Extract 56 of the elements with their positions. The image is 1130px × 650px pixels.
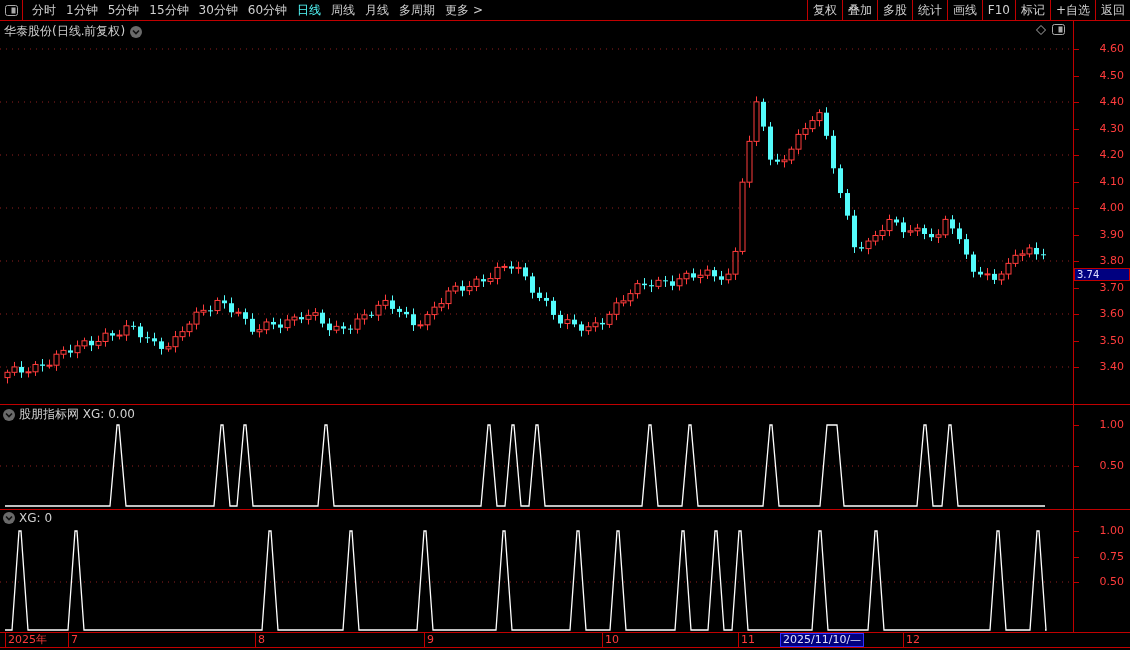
date-axis-label: 9 [424,633,434,647]
price-axis-label: 3.60 [1099,308,1124,320]
price-axis-label: 3.80 [1099,255,1124,267]
panel-toggle-icon[interactable] [4,4,18,16]
toolbar-button[interactable]: +自选 [1049,0,1095,20]
dropdown-icon[interactable] [130,25,143,38]
indicator-title: 股朋指标网 XG: 0.00 [19,406,135,423]
period-tab[interactable]: 周线 [326,1,361,19]
period-tab[interactable]: 多周期 [394,1,441,19]
date-axis-label: 2025年 [5,633,47,647]
period-tab[interactable]: 15分钟 [144,1,194,19]
period-tab[interactable]: 1分钟 [61,1,103,19]
price-axis-label: 3.90 [1099,228,1124,241]
toolbar-button[interactable]: 统计 [911,0,947,20]
date-axis-label: 12 [903,633,920,647]
date-axis-label: 7 [68,633,78,647]
price-axis-label: 4.40 [1099,96,1124,108]
period-tab[interactable]: 5分钟 [102,1,145,19]
period-tab[interactable]: 日线 [292,1,327,19]
date-axis-label: 11 [738,633,755,647]
price-axis-label: 3.70 [1099,281,1124,294]
period-tab[interactable]: 30分钟 [193,1,243,19]
indicator-axis-label: 0.50 [1099,460,1124,472]
toolbar-button[interactable]: 画线 [946,0,982,20]
price-axis-label: 4.30 [1099,122,1124,135]
indicator-axis-label: 0.50 [1099,576,1124,588]
toolbar-button[interactable]: 返回 [1095,0,1130,20]
panel-toggle-icon[interactable] [1052,24,1065,35]
dropdown-icon[interactable] [3,408,15,421]
toolbar-button[interactable]: 复权 [806,0,842,20]
toolbar-button[interactable]: F10 [981,0,1015,20]
price-axis-label: 4.60 [1099,43,1124,55]
price-axis-label: 4.20 [1099,149,1124,161]
indicator-axis-label: 0.75 [1099,550,1124,563]
dropdown-icon[interactable] [3,512,15,524]
period-tab[interactable]: 月线 [360,1,395,19]
price-axis-label: 4.50 [1099,69,1124,82]
indicator-title: XG: 0 [19,511,52,525]
diamond-icon[interactable] [1036,24,1046,35]
price-axis-label: 4.00 [1099,202,1124,214]
toolbar-button[interactable]: 叠加 [841,0,877,20]
period-tab[interactable]: 分时 [27,1,61,19]
cursor-date-label: 2025/11/10/— [780,633,865,647]
cursor-price-label: 3.74 [1074,268,1130,281]
indicator-axis-label: 1.00 [1099,419,1124,431]
price-axis-label: 3.40 [1099,361,1124,373]
date-axis-label: 10 [602,633,619,647]
toolbar-button[interactable]: 多股 [876,0,912,20]
period-tab[interactable]: 更多 > [440,1,488,19]
date-axis-label: 8 [255,633,265,647]
stock-title: 华泰股份(日线.前复权) [4,23,126,40]
price-axis-label: 4.10 [1099,175,1124,188]
period-tab[interactable]: 60分钟 [242,1,293,19]
toolbar-button[interactable]: 标记 [1014,0,1050,20]
price-axis-label: 3.50 [1099,334,1124,347]
indicator-axis-label: 1.00 [1099,525,1124,537]
